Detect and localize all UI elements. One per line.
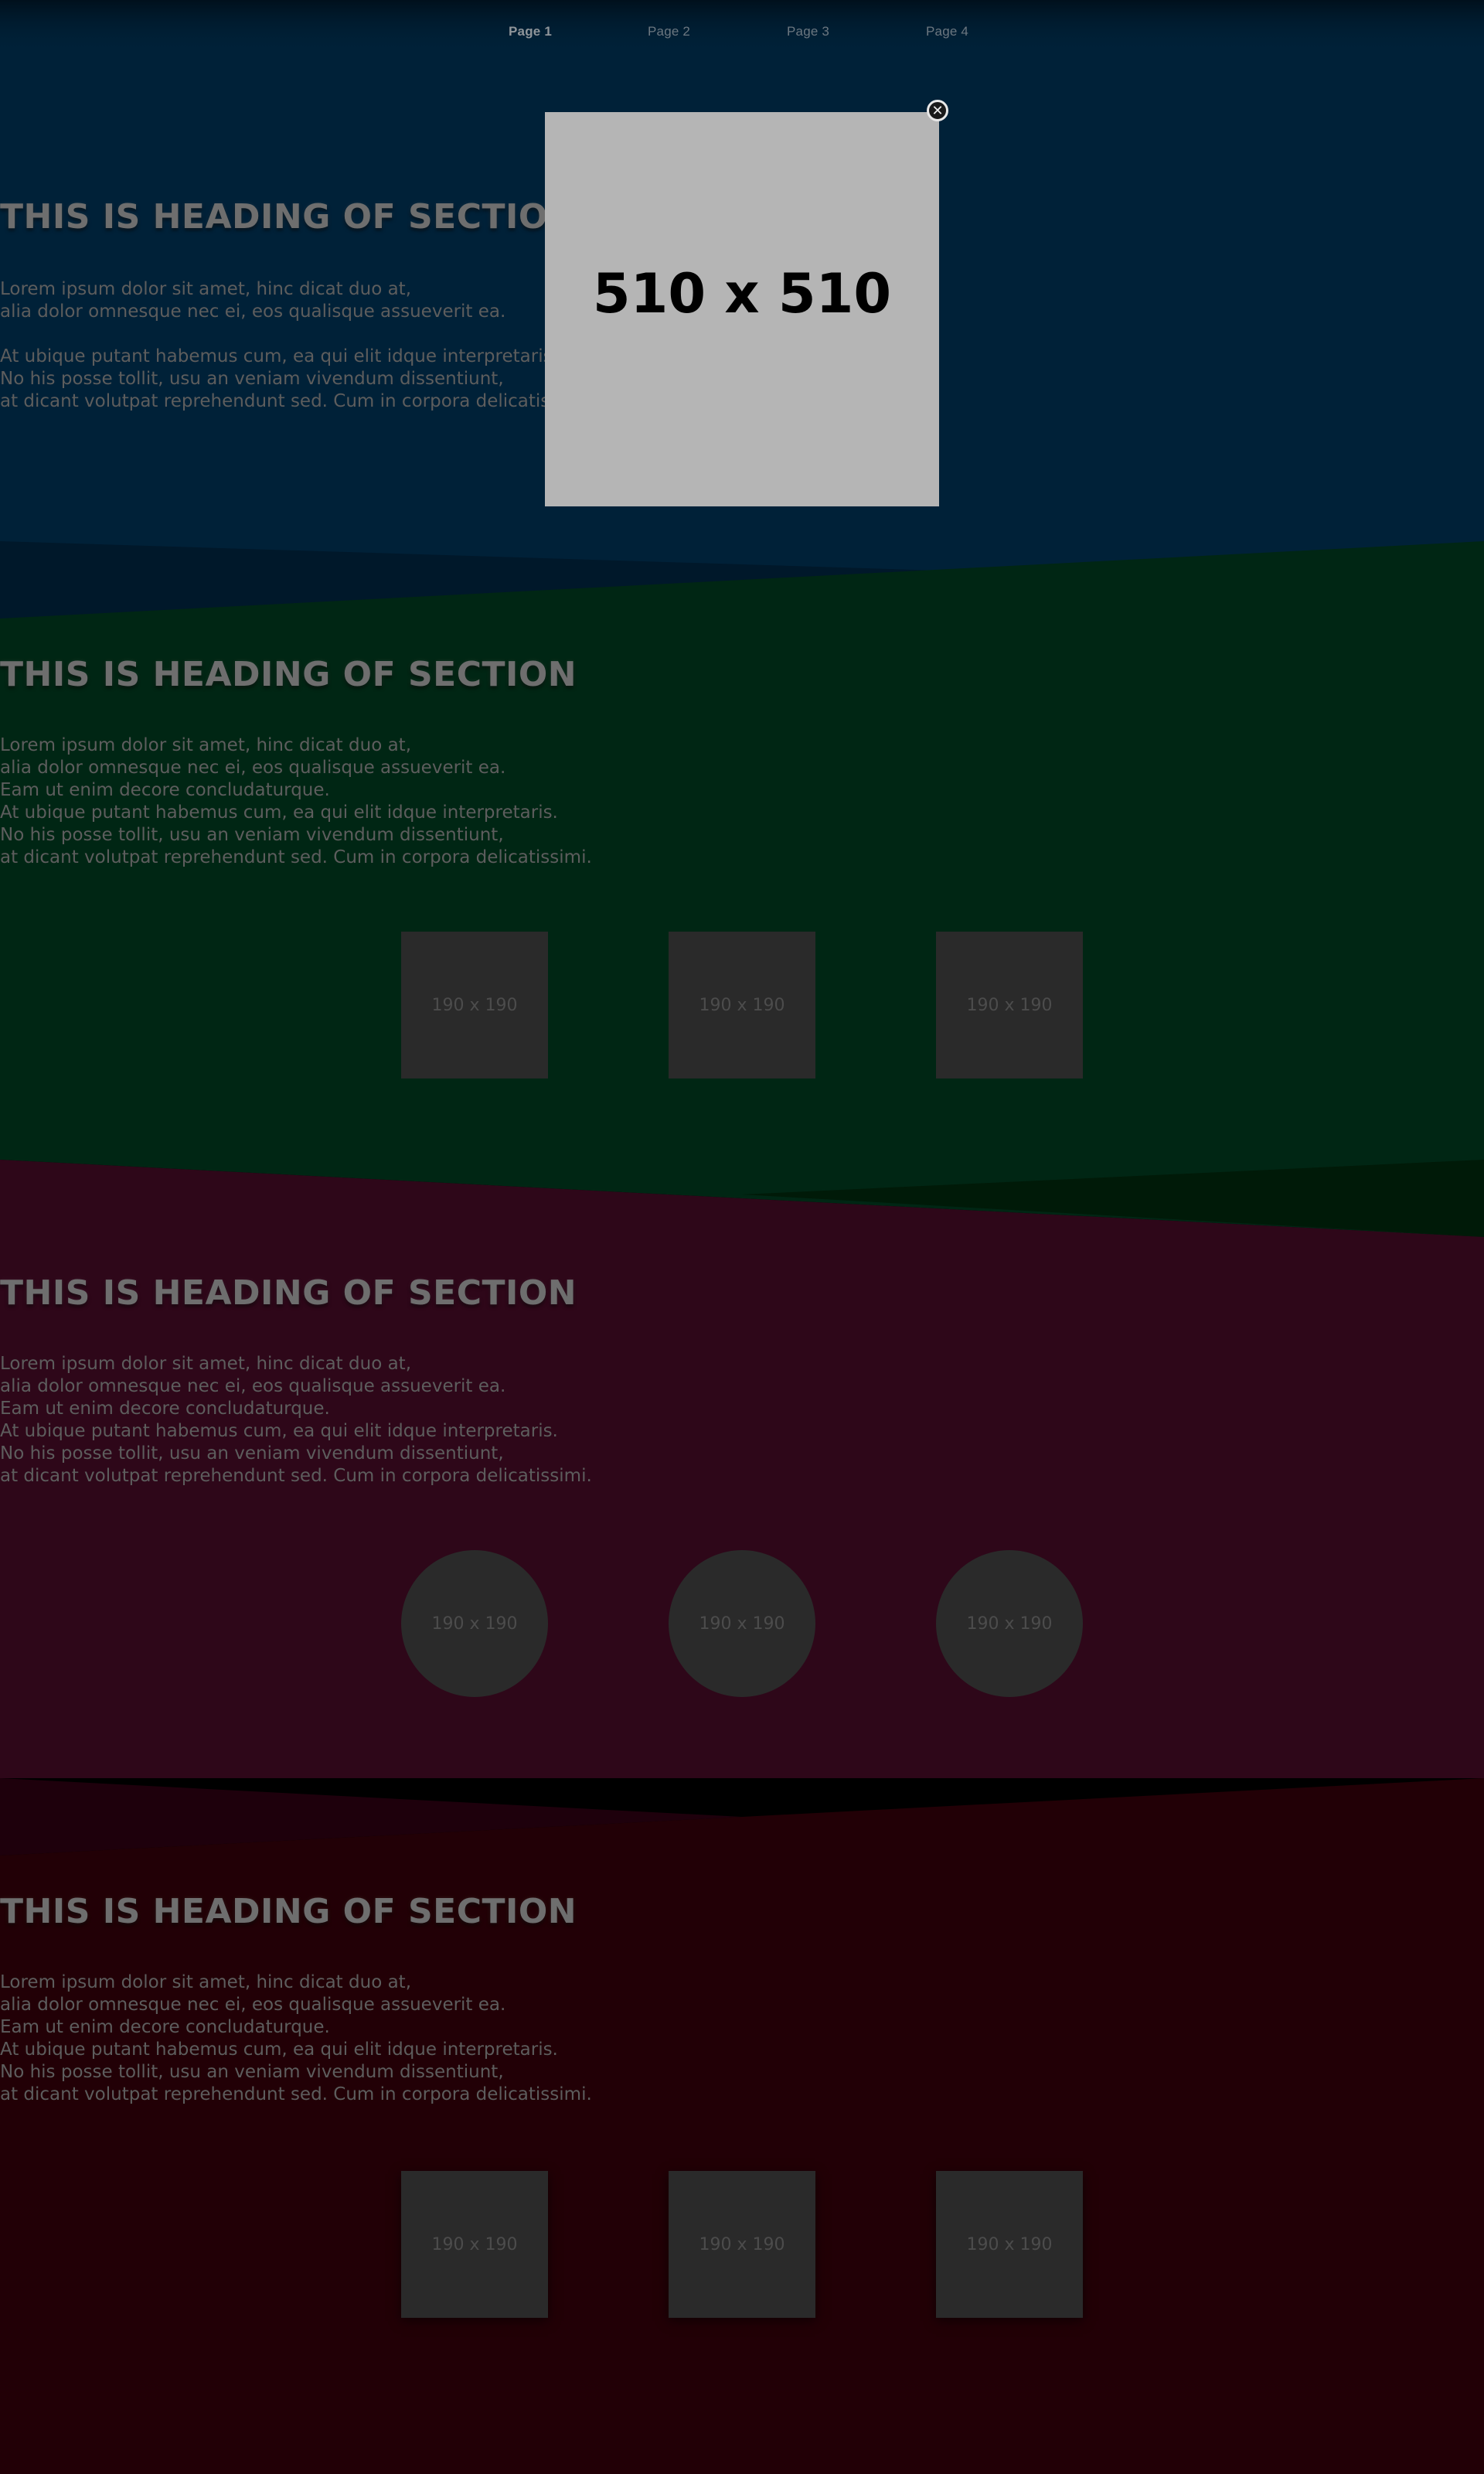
section-4-line-1: Lorem ipsum dolor sit amet, hinc dicat d…: [0, 1972, 411, 1992]
section-4-line-6: at dicant volutpat reprehendunt sed. Cum…: [0, 2084, 592, 2104]
section-3-line-3: Eam ut enim decore concludaturque.: [0, 1399, 330, 1419]
section-2-thumbnail-2[interactable]: 190 x 190: [669, 932, 815, 1079]
section-4-thumbnail-2[interactable]: 190 x 190: [669, 2171, 815, 2318]
section-2-thumbnail-3[interactable]: 190 x 190: [936, 932, 1083, 1079]
section-3-round-thumbnail-2[interactable]: 190 x 190: [669, 1550, 815, 1697]
section-4-line-3: Eam ut enim decore concludaturque.: [0, 2017, 330, 2037]
section-2-line-6: at dicant volutpat reprehendunt sed. Cum…: [0, 847, 592, 867]
lightbox-image: 510 x 510: [545, 112, 939, 506]
section-2-line-5: No his posse tollit, usu an veniam viven…: [0, 825, 504, 845]
nav-link-page-3[interactable]: Page 3: [787, 24, 829, 39]
section-3-heading: THIS IS HEADING OF SECTION: [0, 1273, 577, 1313]
lightbox-close-button[interactable]: ✕: [927, 100, 948, 121]
top-nav: Page 1 Page 2 Page 3 Page 4: [0, 0, 1484, 65]
section-2-heading: THIS IS HEADING OF SECTION: [0, 655, 577, 694]
section-3-line-1: Lorem ipsum dolor sit amet, hinc dicat d…: [0, 1354, 411, 1374]
section-3-round-thumbnail-3[interactable]: 190 x 190: [936, 1550, 1083, 1697]
section-3-line-6: at dicant volutpat reprehendunt sed. Cum…: [0, 1466, 592, 1486]
nav-link-page-2[interactable]: Page 2: [648, 24, 690, 39]
section-3-round-thumbnail-1[interactable]: 190 x 190: [401, 1550, 548, 1697]
section-2-line-2: alia dolor omnesque nec ei, eos qualisqu…: [0, 758, 506, 778]
section-3-paragraph: Lorem ipsum dolor sit amet, hinc dicat d…: [0, 1353, 1484, 1487]
section-4-thumbnail-1[interactable]: 190 x 190: [401, 2171, 548, 2318]
section-2-paragraph: Lorem ipsum dolor sit amet, hinc dicat d…: [0, 734, 1484, 869]
section-4-line-5: No his posse tollit, usu an veniam viven…: [0, 2062, 504, 2082]
close-icon: ✕: [931, 103, 944, 118]
section-4-line-4: At ubique putant habemus cum, ea qui eli…: [0, 2040, 558, 2060]
section-4-bg: [0, 1778, 1484, 2474]
lightbox-image-label: 510 x 510: [592, 262, 892, 325]
section-4-paragraph: Lorem ipsum dolor sit amet, hinc dicat d…: [0, 1971, 1484, 2106]
nav-link-page-4[interactable]: Page 4: [926, 24, 968, 39]
section-3-line-4: At ubique putant habemus cum, ea qui eli…: [0, 1421, 558, 1441]
section-2-line-3: Eam ut enim decore concludaturque.: [0, 780, 330, 800]
section-2-line-4: At ubique putant habemus cum, ea qui eli…: [0, 803, 558, 823]
section-2-thumbnail-1[interactable]: 190 x 190: [401, 932, 548, 1079]
section-4-thumbnail-3[interactable]: 190 x 190: [936, 2171, 1083, 2318]
section-4-line-2: alia dolor omnesque nec ei, eos qualisqu…: [0, 1995, 506, 2015]
section-2-bg: [0, 541, 1484, 1237]
section-3-line-2: alia dolor omnesque nec ei, eos qualisqu…: [0, 1376, 506, 1396]
nav-link-page-1[interactable]: Page 1: [509, 24, 552, 39]
section-2-line-1: Lorem ipsum dolor sit amet, hinc dicat d…: [0, 735, 411, 755]
section-4-heading: THIS IS HEADING OF SECTION: [0, 1892, 577, 1931]
section-3-line-5: No his posse tollit, usu an veniam viven…: [0, 1443, 504, 1464]
